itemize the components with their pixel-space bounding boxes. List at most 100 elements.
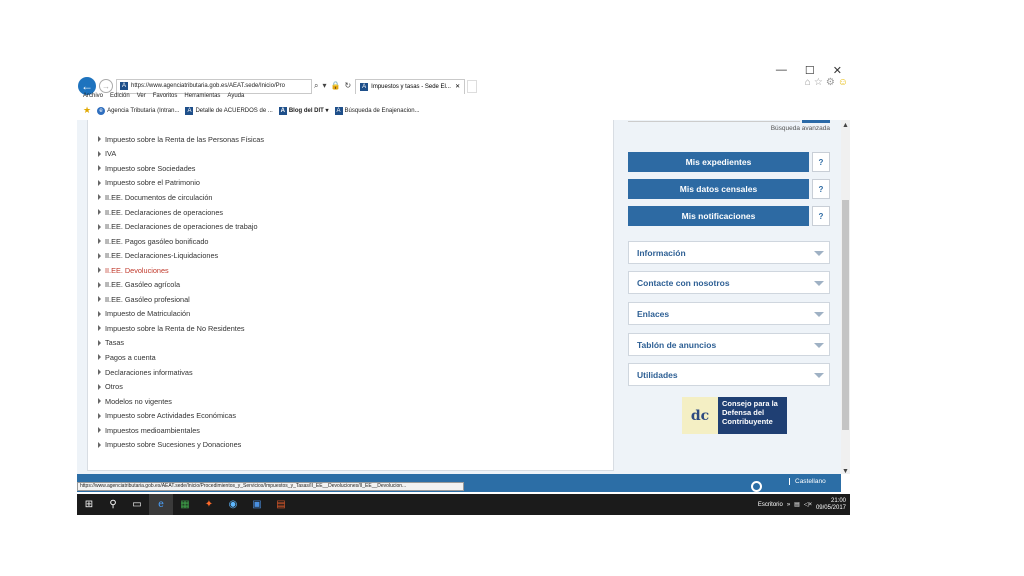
refresh-icon[interactable]: ↻	[344, 81, 351, 91]
address-bar[interactable]: A https://www.agenciatributaria.gob.es/A…	[116, 78, 312, 94]
search-icon[interactable]: ⚲	[101, 494, 125, 515]
tax-list-item[interactable]: Impuesto sobre la Renta de las Personas …	[98, 132, 613, 147]
tax-list-item[interactable]: Impuesto sobre Sucesiones y Donaciones	[98, 437, 613, 452]
ie-favicon-icon: e	[97, 106, 106, 115]
desktop-label[interactable]: Escritorio	[758, 502, 783, 508]
help-button[interactable]: ?	[812, 179, 830, 199]
caret-right-icon	[98, 281, 101, 288]
clock[interactable]: 21:00 09/05/2017	[816, 498, 846, 512]
tax-list-item[interactable]: Otros	[98, 379, 613, 394]
outlook-icon[interactable]: ▣	[245, 494, 269, 515]
caret-right-icon	[98, 325, 101, 332]
menu-herramientas[interactable]: Herramientas	[184, 93, 220, 99]
caret-right-icon	[98, 398, 101, 405]
gear-icon[interactable]: ⚙	[826, 77, 835, 88]
tab-title: Impuestos y tasas - Sede El...	[371, 83, 451, 90]
smiley-icon[interactable]: ☺	[838, 77, 848, 88]
scroll-up-icon[interactable]: ▲	[842, 122, 849, 129]
tax-list-item[interactable]: II.EE. Declaraciones-Liquidaciones	[98, 248, 613, 263]
tax-list-item[interactable]: II.EE. Declaraciones de operaciones	[98, 205, 613, 220]
tax-list-item[interactable]: Impuesto sobre Sociedades	[98, 161, 613, 176]
tax-list-item[interactable]: Pagos a cuenta	[98, 350, 613, 365]
new-tab-button[interactable]	[467, 79, 478, 93]
caret-right-icon	[98, 296, 101, 303]
scroll-thumb[interactable]	[842, 200, 849, 430]
favorite-item[interactable]: e Agencia Tributaria (Intran...	[97, 106, 179, 115]
search-button[interactable]	[802, 120, 830, 123]
tax-list-item[interactable]: Impuesto sobre Actividades Económicas	[98, 408, 613, 423]
tax-list-item[interactable]: II.EE. Gasóleo profesional	[98, 292, 613, 307]
tax-list-item[interactable]: Impuesto de Matriculación	[98, 307, 613, 322]
windows-start-icon[interactable]: ⊞	[77, 494, 101, 515]
help-button[interactable]: ?	[812, 152, 830, 172]
menu-ver[interactable]: Ver	[137, 93, 146, 99]
home-icon[interactable]: ⌂	[805, 77, 811, 88]
task-view-icon[interactable]: ▭	[125, 494, 149, 515]
help-button[interactable]: ?	[812, 206, 830, 226]
network-icon[interactable]: ▤	[794, 501, 800, 508]
excel-icon[interactable]: ▦	[173, 494, 197, 515]
tax-list-item[interactable]: IVA	[98, 147, 613, 162]
advanced-search-link[interactable]: Búsqueda avanzada	[771, 125, 830, 132]
app-icon[interactable]: ✦	[197, 494, 221, 515]
tax-list-item[interactable]: Declaraciones informativas	[98, 365, 613, 380]
tax-list-item[interactable]: Impuestos medioambientales	[98, 423, 613, 438]
tax-list-label: Impuesto de Matriculación	[105, 309, 191, 319]
language-selector[interactable]: Castellano	[789, 478, 826, 485]
dropdown-icon[interactable]: ▾	[322, 81, 326, 91]
favorite-item[interactable]: A Búsqueda de Enajenacion...	[334, 106, 420, 115]
favorites-star-icon[interactable]: ★	[83, 105, 91, 116]
tax-list-label: II.EE. Declaraciones de operaciones de t…	[105, 222, 258, 232]
tax-list-label: Tasas	[105, 338, 125, 348]
scroll-down-icon[interactable]: ▼	[842, 468, 849, 475]
search-input[interactable]	[628, 120, 800, 122]
menu-ayuda[interactable]: Ayuda	[227, 93, 244, 99]
accordion-enlaces[interactable]: Enlaces	[628, 302, 830, 325]
consejo-logo[interactable]: dc Consejo para la Defensa del Contribuy…	[682, 397, 787, 434]
powerpoint-icon[interactable]: ▤	[269, 494, 293, 515]
caret-right-icon	[98, 252, 101, 259]
globe-icon[interactable]: ◉	[221, 494, 245, 515]
tax-list-item[interactable]: II.EE. Declaraciones de operaciones de t…	[98, 219, 613, 234]
volume-icon[interactable]: ◁×	[804, 501, 812, 508]
star-icon[interactable]: ☆	[814, 77, 823, 88]
tax-list-item[interactable]: Modelos no vigentes	[98, 394, 613, 409]
tax-list-item[interactable]: II.EE. Devoluciones	[98, 263, 613, 278]
caret-right-icon	[98, 369, 101, 376]
page-scrollbar[interactable]: ▲ ▼	[841, 120, 850, 475]
favorite-item[interactable]: A Detalle de ACUERDOS de ...	[185, 106, 273, 115]
tax-list-label: II.EE. Gasóleo profesional	[105, 294, 190, 304]
mis-notificaciones-button[interactable]: Mis notificaciones	[628, 206, 809, 226]
chevron-down-icon	[814, 312, 824, 317]
accordion-utilidades[interactable]: Utilidades	[628, 363, 830, 386]
forward-button[interactable]: →	[99, 79, 113, 93]
lock-icon[interactable]: 🔒	[331, 81, 341, 91]
accordion-informacion[interactable]: Información	[628, 241, 830, 264]
tax-list-item[interactable]: II.EE. Pagos gasóleo bonificado	[98, 234, 613, 249]
accordion-contacte[interactable]: Contacte con nosotros	[628, 271, 830, 294]
menu-edicion[interactable]: Edición	[110, 93, 130, 99]
aeat-favicon-icon: A	[278, 106, 287, 115]
menu-archivo[interactable]: Archivo	[83, 93, 103, 99]
search-icon[interactable]: ⌕	[314, 81, 318, 91]
footer-circle-icon[interactable]	[751, 481, 762, 492]
tax-list: Impuesto sobre la Renta de las Personas …	[88, 120, 613, 452]
menu-favoritos[interactable]: Favoritos	[153, 93, 178, 99]
chevron-up-icon[interactable]: »	[787, 502, 790, 508]
mis-datos-censales-button[interactable]: Mis datos censales	[628, 179, 809, 199]
tax-list-item[interactable]: II.EE. Gasóleo agrícola	[98, 277, 613, 292]
browser-tab[interactable]: A Impuestos y tasas - Sede El... ✕	[355, 78, 466, 94]
tax-list-item[interactable]: II.EE. Documentos de circulación	[98, 190, 613, 205]
accordion-tablon[interactable]: Tablón de anuncios	[628, 333, 830, 356]
mis-expedientes-button[interactable]: Mis expedientes	[628, 152, 809, 172]
menu-bar: Archivo Edición Ver Favoritos Herramient…	[83, 93, 244, 99]
accordion-label: Información	[637, 247, 686, 258]
tax-list-item[interactable]: Impuesto sobre la Renta de No Residentes	[98, 321, 613, 336]
chevron-down-icon	[814, 251, 824, 256]
favorite-item[interactable]: A Blog del DIT ▾	[278, 106, 329, 115]
tax-list-item[interactable]: Impuesto sobre el Patrimonio	[98, 176, 613, 191]
internet-explorer-icon[interactable]: e	[149, 494, 173, 515]
close-tab-icon[interactable]: ✕	[455, 83, 460, 90]
tax-list-item[interactable]: Tasas	[98, 336, 613, 351]
status-bar-url: https://www.agenciatributaria.gob.es/AEA…	[77, 482, 464, 491]
